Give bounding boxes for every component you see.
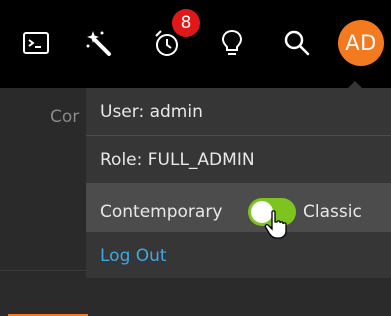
theme-classic-label: Classic: [303, 202, 362, 222]
notification-badge: 8: [172, 9, 200, 37]
lightbulb-icon[interactable]: [215, 26, 249, 60]
user-avatar[interactable]: AD: [338, 20, 384, 66]
hand-cursor-icon: [264, 210, 288, 244]
user-info: User: admin: [86, 88, 391, 136]
logout-link[interactable]: Log Out: [86, 236, 391, 276]
user-menu: User: admin Role: FULL_ADMIN Contemporar…: [86, 88, 391, 278]
search-icon[interactable]: [280, 26, 314, 60]
top-toolbar: 8 AD: [0, 0, 391, 88]
background-partial-text: Cor: [50, 107, 80, 127]
role-info: Role: FULL_ADMIN: [86, 137, 391, 184]
terminal-icon[interactable]: [19, 26, 53, 60]
magic-wand-icon[interactable]: [82, 26, 116, 60]
theme-contemporary-label: Contemporary: [100, 202, 223, 222]
